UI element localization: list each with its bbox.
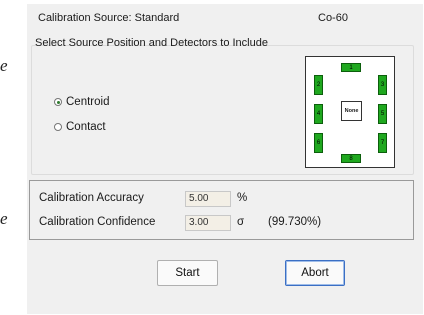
radio-selected-icon (54, 98, 62, 106)
accuracy-unit: % (237, 192, 248, 204)
accuracy-input[interactable]: 5.00 (185, 191, 231, 207)
detector-1-toggle[interactable]: 1 (341, 63, 361, 72)
start-button[interactable]: Start (157, 260, 218, 286)
detector-none-button[interactable]: None (341, 101, 362, 121)
left-edge-glyph-2: e (0, 209, 8, 228)
detector-6-toggle[interactable]: 6 (314, 133, 323, 153)
detector-4-toggle[interactable]: 4 (314, 104, 323, 124)
confidence-unit: σ (237, 216, 245, 228)
confidence-input[interactable]: 3.00 (185, 215, 231, 231)
calibration-source-label: Calibration Source: Standard (38, 12, 180, 24)
accuracy-label: Calibration Accuracy (39, 192, 144, 204)
detector-7-toggle[interactable]: 7 (378, 133, 387, 153)
detector-8-toggle[interactable]: 8 (341, 154, 361, 163)
detector-2-toggle[interactable]: 2 (314, 75, 323, 95)
confidence-label: Calibration Confidence (39, 216, 156, 228)
radio-unselected-icon (54, 123, 62, 131)
radio-centroid[interactable]: Centroid (54, 96, 109, 108)
confidence-percent: (99.730%) (268, 216, 322, 228)
radio-contact[interactable]: Contact (54, 121, 106, 133)
radio-contact-label: Contact (66, 121, 106, 133)
abort-button[interactable]: Abort (285, 260, 345, 286)
detector-layout-panel: 1 2 3 4 None 5 6 7 8 (305, 56, 395, 168)
source-position-group-title: Select Source Position and Detectors to … (35, 37, 268, 49)
isotope-label: Co-60 (318, 12, 348, 24)
radio-centroid-label: Centroid (66, 96, 110, 108)
detector-3-toggle[interactable]: 3 (378, 75, 387, 95)
calibration-accuracy-group (29, 180, 414, 240)
left-edge-glyph-1: e (0, 56, 8, 75)
detector-5-toggle[interactable]: 5 (378, 104, 387, 124)
